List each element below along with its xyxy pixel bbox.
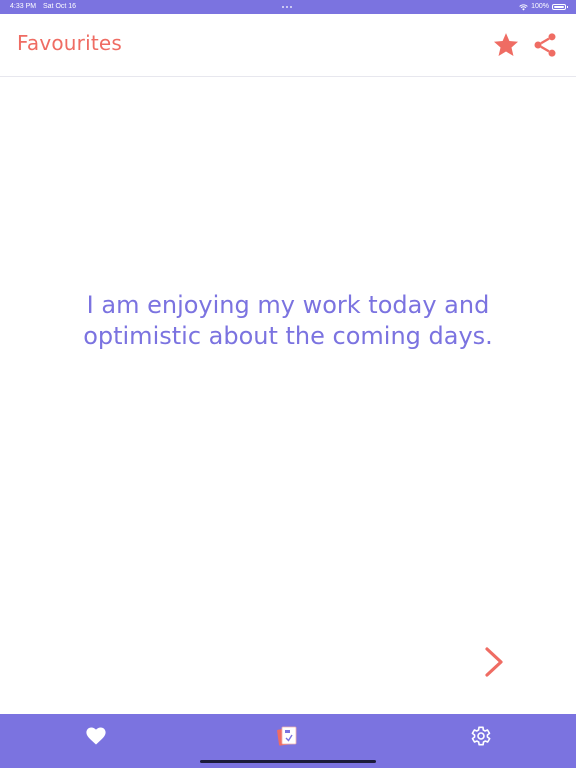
app-screen: 4:33 PM Sat Oct 16 100% Favourites I am … xyxy=(0,0,576,768)
home-indicator[interactable] xyxy=(200,760,376,763)
multitasking-dots-icon[interactable] xyxy=(282,6,292,8)
page-title: Favourites xyxy=(17,31,123,55)
status-bar: 4:33 PM Sat Oct 16 100% xyxy=(0,0,576,14)
affirmation-text: I am enjoying my work today and optimist… xyxy=(83,291,493,350)
tab-bar xyxy=(0,714,576,768)
share-icon[interactable] xyxy=(531,31,559,59)
wifi-icon xyxy=(519,3,528,10)
status-time: 4:33 PM xyxy=(10,3,37,10)
battery-icon xyxy=(552,4,568,10)
heart-icon[interactable] xyxy=(84,724,108,748)
battery-percent: 100% xyxy=(531,3,549,10)
status-indicators: 100% xyxy=(519,0,568,14)
app-logo-icon[interactable] xyxy=(276,724,300,748)
status-date: Sat Oct 16 xyxy=(43,3,77,10)
star-icon[interactable] xyxy=(492,31,520,59)
gear-icon[interactable] xyxy=(468,724,492,748)
navigation-bar: Favourites xyxy=(0,14,576,77)
chevron-right-icon[interactable] xyxy=(478,643,510,681)
